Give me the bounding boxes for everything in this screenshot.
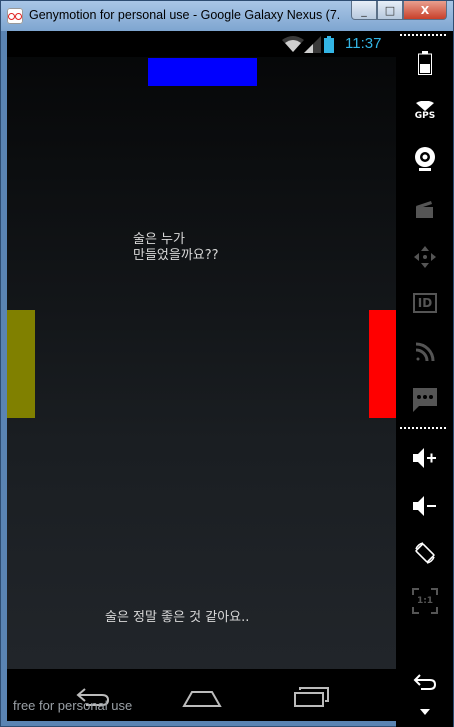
- center-message-line-1: 술은 누가: [133, 232, 185, 247]
- close-button[interactable]: X: [403, 1, 447, 20]
- volume-down-icon[interactable]: [408, 491, 442, 521]
- webcam-icon[interactable]: [408, 144, 442, 174]
- menu-arrow-icon[interactable]: [408, 697, 442, 727]
- status-bar: 11:37: [7, 31, 396, 57]
- center-message: 술은 누가 만들었을까요??: [133, 232, 219, 264]
- genymotion-toolbar: GPS ID 1:1: [396, 31, 453, 727]
- window-controls: _ □ X: [351, 1, 447, 21]
- maximize-button[interactable]: □: [377, 1, 403, 20]
- cast-icon[interactable]: [408, 337, 442, 367]
- id-label: ID: [412, 293, 438, 313]
- genymotion-logo-icon: [7, 8, 23, 24]
- clapper-icon[interactable]: [408, 194, 442, 224]
- home-icon[interactable]: [182, 682, 222, 710]
- signal-icon: [304, 36, 321, 53]
- right-paddle[interactable]: [369, 310, 396, 418]
- scale-icon[interactable]: 1:1: [408, 586, 442, 616]
- device-screen[interactable]: 11:37 술은 누가 만들었을까요?? 술은 정말 좋은 것 같아요..: [7, 31, 396, 721]
- dpad-icon[interactable]: [408, 242, 442, 272]
- toolbar-divider: [400, 34, 448, 36]
- navigation-bar: [7, 669, 396, 721]
- top-paddle[interactable]: [148, 58, 257, 86]
- title-bar[interactable]: Genymotion for personal use - Google Gal…: [1, 1, 453, 31]
- wifi-icon: [282, 36, 304, 52]
- recents-icon[interactable]: [291, 682, 331, 710]
- center-message-line-2: 만들었을까요??: [133, 248, 219, 263]
- bottom-message: 술은 정말 좋은 것 같아요..: [105, 610, 250, 625]
- window-title: Genymotion for personal use - Google Gal…: [29, 8, 339, 22]
- battery-icon: [324, 36, 334, 53]
- minimize-button[interactable]: _: [351, 1, 377, 20]
- emulator-window: Genymotion for personal use - Google Gal…: [0, 0, 454, 727]
- toolbar-back-icon[interactable]: [408, 667, 442, 697]
- volume-up-icon[interactable]: [408, 443, 442, 473]
- id-icon[interactable]: ID: [408, 288, 442, 318]
- toolbar-divider-2: [400, 427, 448, 429]
- sms-icon[interactable]: [408, 385, 442, 415]
- left-paddle[interactable]: [7, 310, 35, 418]
- battery-widget-icon[interactable]: [408, 48, 442, 78]
- watermark: free for personal use: [13, 698, 133, 713]
- rotate-icon[interactable]: [408, 538, 442, 568]
- clock: 11:37: [345, 35, 382, 52]
- gps-icon[interactable]: GPS: [408, 96, 442, 126]
- gps-label: GPS: [414, 111, 436, 121]
